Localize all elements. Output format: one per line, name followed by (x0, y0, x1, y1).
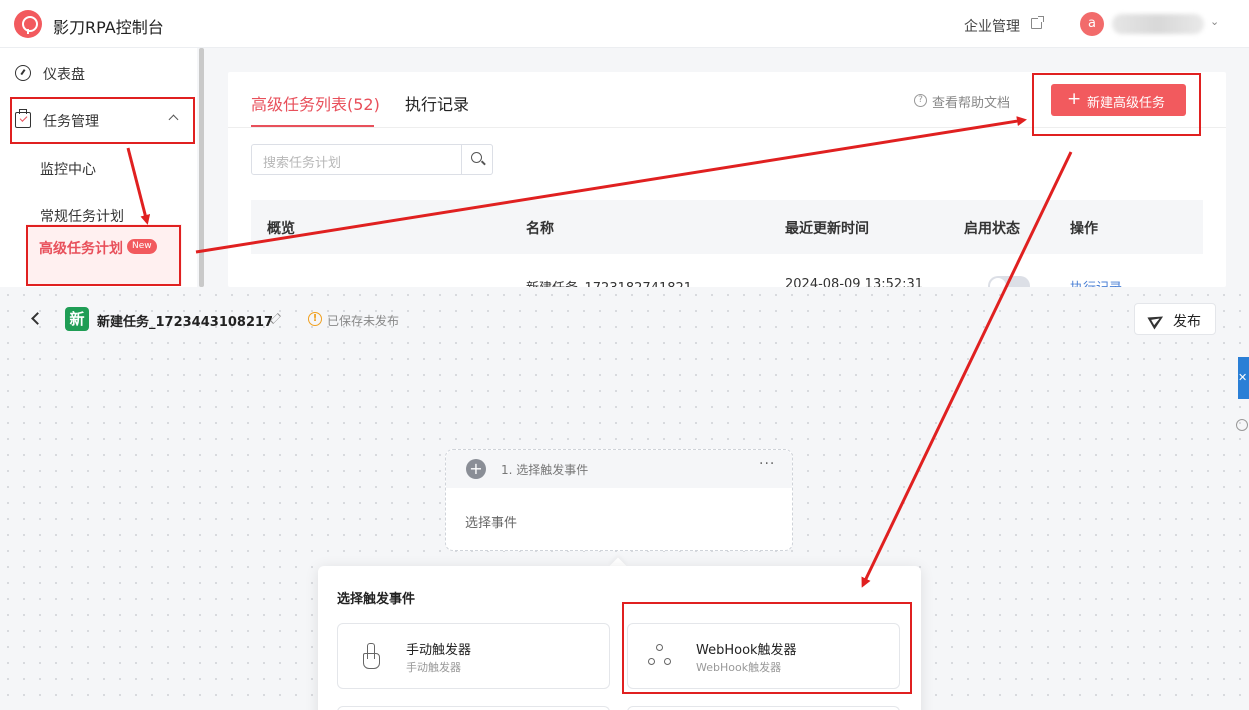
manual-trigger-option[interactable]: 手动触发器 手动触发器 (337, 623, 610, 689)
dashboard-icon (15, 65, 31, 81)
blurred-username[interactable] (1112, 14, 1204, 34)
enable-toggle[interactable] (988, 276, 1030, 287)
sidebar-item-monitor[interactable]: 监控中心 (40, 159, 96, 179)
top-navbar: 影刀RPA控制台 企业管理 a ⌄ (0, 0, 1249, 48)
more-icon[interactable]: ··· (759, 456, 775, 472)
sidebar-item-dashboard[interactable]: 仪表盘 (0, 51, 197, 95)
row-updated-time: 2024-08-09 13:52:31 (785, 277, 924, 287)
task-badge: 新 (65, 307, 89, 331)
publish-button[interactable]: 发布 (1134, 303, 1216, 335)
column-header-status: 启用状态 (964, 221, 1020, 237)
app-logo-icon (14, 10, 42, 38)
search-button[interactable] (461, 144, 493, 175)
annotation-box-webhook (622, 602, 912, 694)
save-status: 已保存未发布 (327, 314, 400, 328)
table-header: 概览 名称 最近更新时间 启用状态 操作 (251, 200, 1203, 254)
hand-pointer-icon (360, 643, 382, 669)
back-arrow-icon[interactable] (31, 312, 44, 325)
chevron-down-icon[interactable]: ⌄ (1210, 15, 1219, 28)
tab-advanced-task-list[interactable]: 高级任务列表(52) (251, 91, 380, 115)
search-input[interactable]: 搜索任务计划 (251, 144, 493, 175)
send-icon (1147, 310, 1167, 330)
warning-icon: ! (308, 312, 322, 326)
app-title: 影刀RPA控制台 (53, 18, 164, 37)
annotation-box-new-task (1032, 73, 1201, 136)
trigger-subtitle: 手动触发器 (406, 661, 461, 674)
search-icon (471, 152, 482, 163)
sidebar-item-regular-plan[interactable]: 常规任务计划 (40, 206, 124, 226)
node-body-text: 选择事件 (465, 516, 518, 531)
tab-execution-records[interactable]: 执行记录 (405, 91, 469, 115)
gear-icon[interactable] (1236, 419, 1248, 431)
annotation-box-advanced-plan (26, 225, 181, 286)
trigger-title: 手动触发器 (406, 643, 472, 658)
node-title: 1. 选择触发事件 (501, 463, 589, 477)
external-link-icon[interactable] (1031, 16, 1044, 29)
sidebar-scrollbar[interactable] (199, 48, 204, 287)
annotation-box-task-management (10, 97, 195, 144)
trigger-option-partial[interactable] (337, 706, 610, 710)
avatar[interactable]: a (1080, 12, 1104, 36)
trigger-node[interactable]: + 1. 选择触发事件 ··· 选择事件 (445, 449, 793, 551)
active-tab-underline (251, 125, 374, 127)
enterprise-management-link[interactable]: 企业管理 (964, 16, 1020, 36)
close-icon[interactable]: ✕ (1238, 371, 1247, 384)
column-header-name: 名称 (526, 221, 554, 237)
row-task-name: 新建任务_1723182741821 (526, 277, 692, 287)
column-header-updated: 最近更新时间 (785, 221, 869, 237)
help-circle-icon[interactable]: ? (914, 94, 927, 107)
search-placeholder: 搜索任务计划 (263, 156, 342, 171)
column-header-overview: 概览 (267, 221, 295, 237)
popover-title: 选择触发事件 (337, 592, 416, 607)
trigger-option-partial[interactable] (627, 706, 900, 710)
row-execution-records-link[interactable]: 执行记录 (1070, 277, 1122, 287)
table-row[interactable]: 新建任务_1723182741821 2024-08-09 13:52:31 执… (251, 254, 1203, 287)
node-header: + 1. 选择触发事件 ··· (446, 450, 792, 488)
sidebar-item-label: 仪表盘 (43, 67, 85, 83)
column-header-actions: 操作 (1070, 221, 1098, 237)
button-label: 发布 (1173, 314, 1201, 330)
plus-icon[interactable]: + (466, 459, 486, 479)
task-title: 新建任务_1723443108217 (97, 315, 274, 330)
help-docs-link[interactable]: 查看帮助文档 (932, 92, 1010, 111)
